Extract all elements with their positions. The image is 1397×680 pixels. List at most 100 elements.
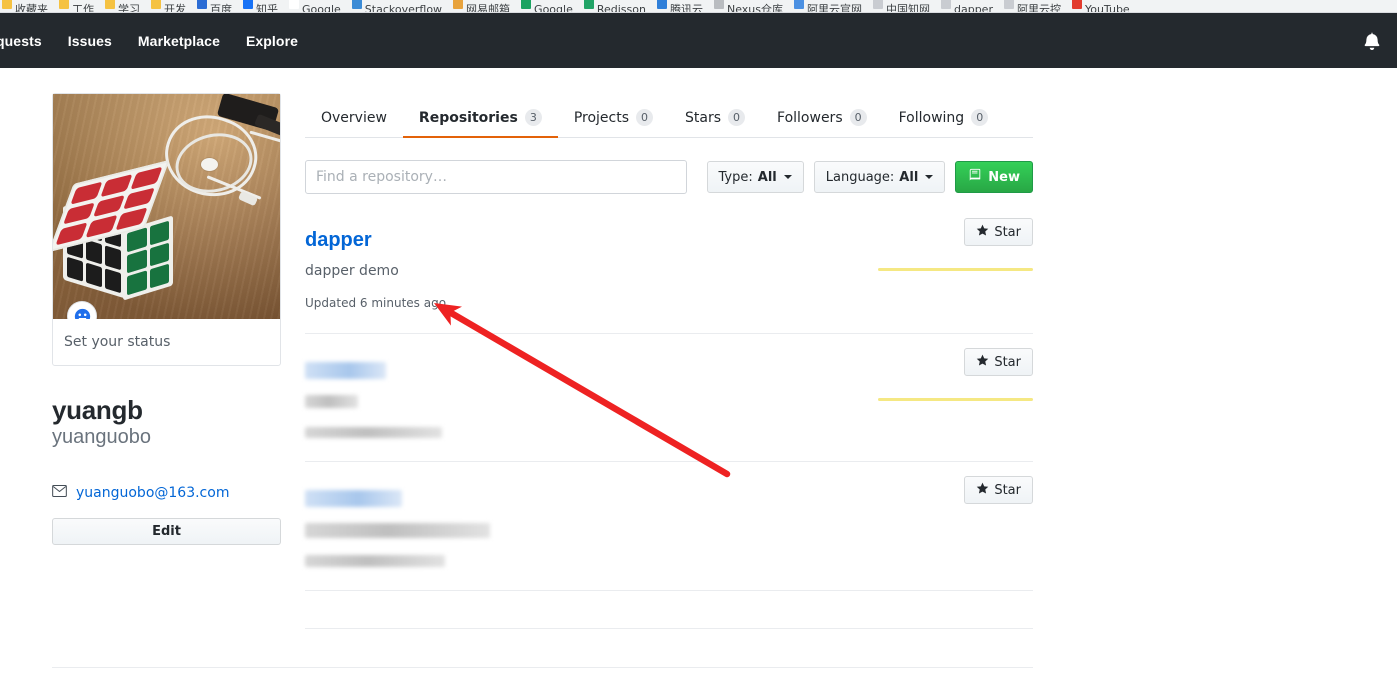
repository-list: dapper dapper demo Updated 6 minutes ago… <box>305 204 1033 591</box>
bookmark-item[interactable]: 知乎 <box>243 0 278 12</box>
star-button-label: Star <box>994 354 1021 370</box>
bookmark-item[interactable]: Google <box>289 0 341 12</box>
bookmark-item[interactable]: dapper <box>940 0 993 13</box>
type-filter-value: All <box>757 169 777 185</box>
tab-followers[interactable]: Followers 0 <box>761 109 883 137</box>
bookmark-item[interactable]: 开发 <box>151 0 186 12</box>
bookmark-item[interactable]: Stackoverflow <box>351 0 442 12</box>
bookmark-item[interactable]: YouTube <box>1071 0 1130 12</box>
bookmark-item[interactable]: Redisson <box>583 0 646 12</box>
star-button[interactable]: Star <box>964 476 1033 504</box>
nav-pull-requests[interactable]: quests <box>0 33 42 49</box>
tab-projects[interactable]: Projects 0 <box>558 109 669 137</box>
bookmark-favicon-icon <box>197 0 207 9</box>
bookmark-label: 工作 <box>72 3 94 13</box>
tab-followers-label: Followers <box>777 109 843 126</box>
bookmark-item[interactable]: 阿里云控 <box>1003 0 1061 12</box>
profile-sidebar: Set your status yuangb yuanguobo yuanguo… <box>52 93 281 545</box>
avatar[interactable] <box>53 94 280 319</box>
bookmark-favicon-icon <box>521 0 532 9</box>
bookmark-item[interactable]: Nexus仓库 <box>713 0 783 13</box>
nav-issues[interactable]: Issues <box>68 33 112 49</box>
bookmark-favicon-icon <box>243 0 253 9</box>
search-input[interactable] <box>305 160 687 194</box>
bookmark-label: dapper <box>953 3 993 13</box>
tab-followers-count: 0 <box>849 109 867 126</box>
edit-profile-button[interactable]: Edit <box>52 518 281 545</box>
tab-repositories[interactable]: Repositories 3 <box>402 109 558 138</box>
type-filter-button[interactable]: Type: All <box>706 161 804 193</box>
bookmark-item[interactable]: 网易邮箱 <box>453 0 510 12</box>
nav-marketplace[interactable]: Marketplace <box>138 33 220 49</box>
bookmark-item[interactable]: 学习 <box>105 0 140 12</box>
bookmark-item[interactable]: 阿里云官网 <box>793 0 862 13</box>
tab-following[interactable]: Following 0 <box>883 109 1005 137</box>
bookmark-label: 知乎 <box>256 3 278 13</box>
bookmark-label: 收藏夹 <box>15 3 48 13</box>
bookmark-item[interactable]: 工作 <box>59 0 94 12</box>
repo-icon <box>968 168 982 186</box>
bookmark-label: Nexus仓库 <box>726 3 783 13</box>
bookmark-label: 中国知网 <box>885 3 930 13</box>
redacted-repo-description <box>305 523 490 538</box>
star-icon <box>976 224 989 241</box>
bookmark-item[interactable]: 中国知网 <box>872 0 930 13</box>
profile-email-link[interactable]: yuanguobo@163.com <box>76 485 229 501</box>
bookmark-favicon-icon <box>351 0 362 9</box>
tab-stars-count: 0 <box>728 109 746 126</box>
bookmark-favicon-icon <box>656 0 667 9</box>
chevron-down-icon <box>783 175 792 179</box>
tab-stars-label: Stars <box>685 109 722 126</box>
status-label: Set your status <box>64 334 171 350</box>
chevron-down-icon <box>925 175 934 179</box>
header-nav[interactable]: quests Issues Marketplace Explore <box>0 33 298 49</box>
star-button-label: Star <box>994 482 1021 498</box>
bookmark-favicon-icon <box>583 0 594 9</box>
tab-overview[interactable]: Overview <box>305 110 403 137</box>
star-button[interactable]: Star <box>964 348 1033 376</box>
bookmark-label: 学习 <box>118 3 140 13</box>
bookmark-item[interactable]: 收藏夹 <box>2 0 48 12</box>
content-divider-top <box>305 628 1033 629</box>
repo-language-bar <box>878 398 1033 401</box>
language-filter-button[interactable]: Language: All <box>813 161 946 193</box>
repo-name-link[interactable]: dapper <box>305 228 372 252</box>
bookmark-favicon-icon <box>2 0 12 9</box>
tab-overview-label: Overview <box>321 110 387 126</box>
language-filter-value: All <box>899 169 919 185</box>
bookmark-item[interactable]: 腾讯云 <box>656 0 703 13</box>
bookmark-item[interactable]: Google <box>521 0 573 12</box>
bookmark-favicon-icon <box>453 0 464 9</box>
redacted-repo-updated-time <box>305 555 445 567</box>
nav-explore[interactable]: Explore <box>246 33 298 49</box>
redacted-repo-updated-time <box>305 427 442 438</box>
tab-following-label: Following <box>898 109 965 126</box>
repo-filter-row: Type: All Language: All New <box>305 160 1033 194</box>
tab-projects-count: 0 <box>636 109 654 126</box>
bookmark-label: 百度 <box>210 3 232 13</box>
set-status-button[interactable]: Set your status <box>53 319 280 365</box>
bookmark-label: 阿里云官网 <box>806 3 862 13</box>
repository-row: dapper dapper demo Updated 6 minutes ago… <box>305 204 1033 334</box>
avatar-rubiks-cube <box>53 159 179 301</box>
bookmark-favicon-icon <box>151 0 161 9</box>
bookmark-favicon-icon <box>713 0 724 9</box>
new-repository-button[interactable]: New <box>955 161 1033 193</box>
bookmark-favicon-icon <box>872 0 883 9</box>
profile-tabs[interactable]: Overview Repositories 3 Projects 0 Stars… <box>305 98 1033 138</box>
redacted-repo-name[interactable] <box>305 362 386 379</box>
bell-icon[interactable] <box>1361 30 1383 52</box>
bookmark-favicon-icon <box>59 0 69 9</box>
star-icon <box>976 482 989 499</box>
repository-row: Star <box>305 334 1033 462</box>
bookmark-label: 腾讯云 <box>669 3 703 13</box>
star-button[interactable]: Star <box>964 218 1033 246</box>
bookmark-favicon-icon <box>940 0 951 9</box>
bookmark-item[interactable]: 百度 <box>197 0 232 12</box>
redacted-repo-name[interactable] <box>305 490 402 507</box>
profile-main: Overview Repositories 3 Projects 0 Stars… <box>305 98 1033 591</box>
tab-stars[interactable]: Stars 0 <box>669 109 761 137</box>
bookmark-favicon-icon <box>289 0 299 9</box>
browser-bookmarks-bar[interactable]: 收藏夹 工作 学习 开发 百度 知乎 Google Stackoverflow 网易邮箱 Goog… <box>0 0 1397 13</box>
profile-email-row: yuanguobo@163.com <box>52 484 281 502</box>
